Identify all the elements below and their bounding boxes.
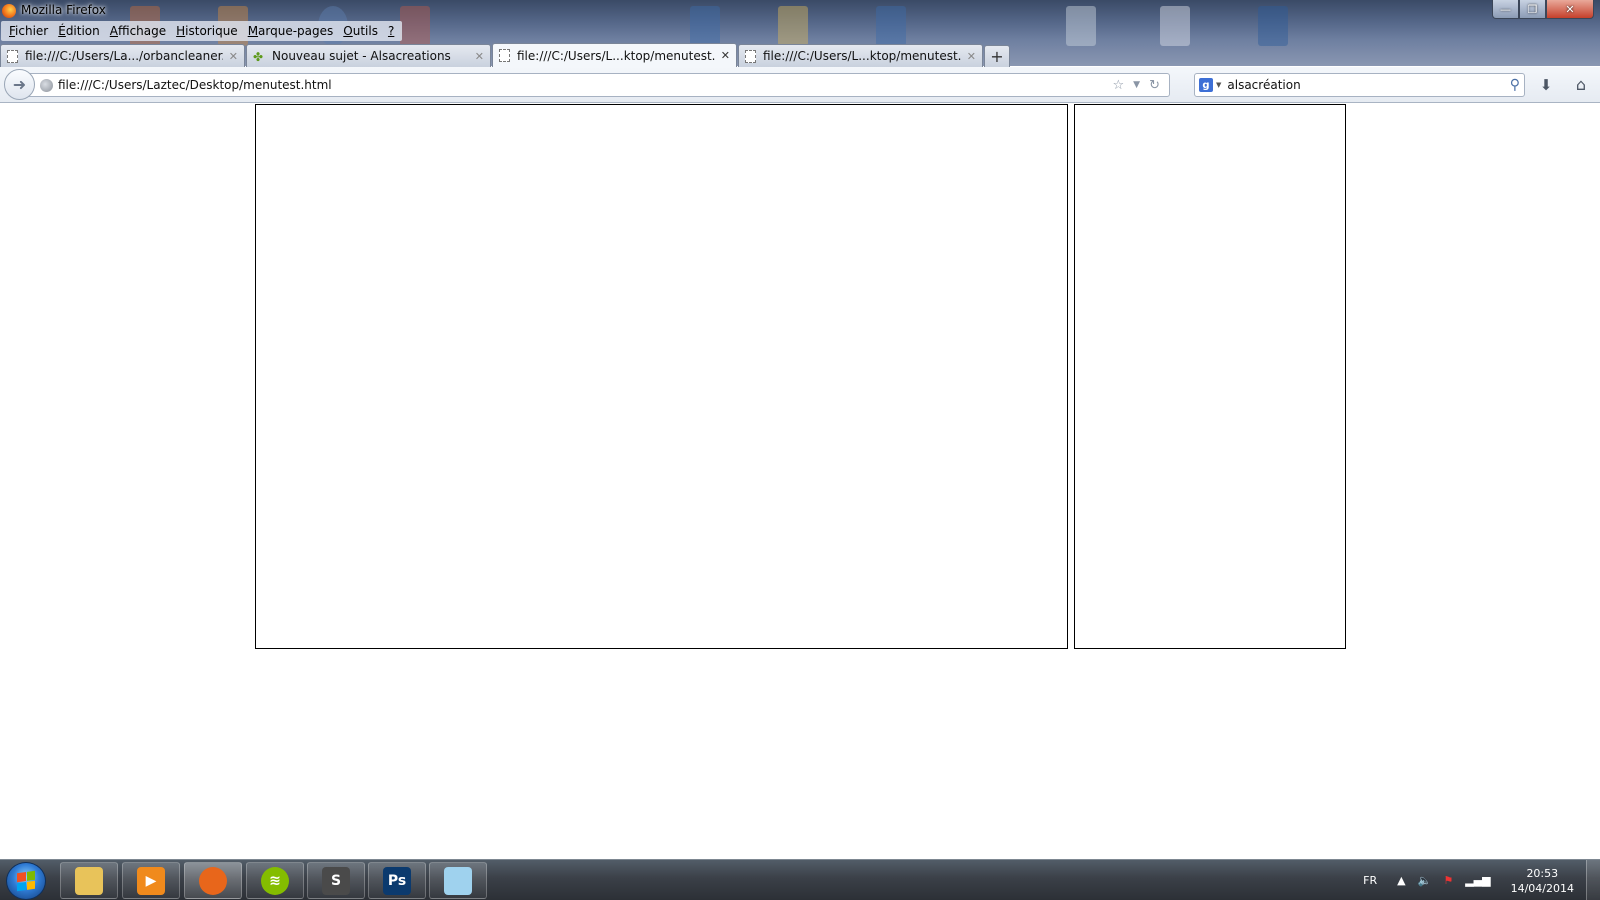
sidebar-box <box>1074 104 1346 649</box>
windows-taskbar: ▶ ≋ S Ps FR ▲ 🔈 ⚑ ▂▄▆ 20:53 14/04/2014 <box>0 859 1600 900</box>
tab-label: file:///C:/Users/L...ktop/menutest.html <box>517 48 715 63</box>
menu-item[interactable]: Affichage <box>105 21 171 41</box>
menu-item[interactable]: Historique <box>171 21 243 41</box>
navigation-toolbar: file:///C:/Users/Laztec/Desktop/menutest… <box>0 67 1600 103</box>
close-window-button[interactable]: ✕ <box>1546 0 1594 19</box>
tab[interactable]: file:///C:/Users/L...ktop/menutest.html ✕ <box>738 44 983 67</box>
menu-item[interactable]: Marque-pages <box>243 21 339 41</box>
taskbar-app-button[interactable]: S <box>307 862 365 899</box>
menu-label: utils <box>352 24 378 38</box>
close-tab-icon[interactable]: ✕ <box>229 50 238 63</box>
tab-active[interactable]: file:///C:/Users/L...ktop/menutest.html ✕ <box>492 43 737 67</box>
firefox-icon <box>199 866 227 895</box>
tab-label: file:///C:/Users/L...ktop/menutest.html <box>763 49 961 63</box>
minimize-button[interactable]: — <box>1492 0 1519 19</box>
main-content-box <box>255 104 1068 649</box>
bookmark-star-icon[interactable]: ☆ <box>1113 78 1125 93</box>
close-tab-icon[interactable]: ✕ <box>721 49 730 62</box>
close-tab-icon[interactable]: ✕ <box>967 50 976 63</box>
taskbar-app-button[interactable]: Ps <box>368 862 426 899</box>
taskbar-app-button[interactable] <box>429 862 487 899</box>
search-bar[interactable]: g ▼ alsacréation ⚲ <box>1194 73 1525 97</box>
back-button[interactable]: ➜ <box>4 69 35 100</box>
start-button[interactable] <box>6 862 46 900</box>
desktop-background-decoration <box>876 6 906 46</box>
taskbar-app-button[interactable] <box>60 862 118 899</box>
system-tray: FR ▲ 🔈 ⚑ ▂▄▆ 20:53 14/04/2014 <box>1363 860 1600 900</box>
menu-label: dition <box>65 24 100 38</box>
menu-item[interactable]: Édition <box>53 21 105 41</box>
desktop-background-decoration <box>400 6 430 46</box>
search-magnifier-icon[interactable]: ⚲ <box>1510 77 1520 93</box>
taskbar-app-button[interactable]: ▶ <box>122 862 180 899</box>
notes-icon <box>444 866 472 895</box>
show-desktop-button[interactable] <box>1586 860 1600 900</box>
search-engine-dropdown-icon[interactable]: ▼ <box>1216 81 1221 89</box>
volume-icon[interactable]: 🔈 <box>1418 874 1432 887</box>
photoshop-icon: Ps <box>383 866 411 895</box>
alsacreations-icon: ✤ <box>253 49 264 64</box>
taskbar-app-button[interactable] <box>184 862 242 899</box>
clock-time: 20:53 <box>1526 866 1559 880</box>
clock-date: 14/04/2014 <box>1510 881 1574 895</box>
show-hidden-icons-icon[interactable]: ▲ <box>1397 874 1405 887</box>
tab-strip: file:///C:/Users/La.../orbancleaner.html… <box>0 43 1010 67</box>
folder-icon <box>75 866 103 895</box>
menu-label: istorique <box>185 24 238 38</box>
action-center-icon[interactable]: ⚑ <box>1443 874 1453 887</box>
menu-label: arque-pages <box>258 24 334 38</box>
spotify-icon: ≋ <box>261 866 289 895</box>
menu-accel-key: M <box>247 24 259 38</box>
menu-accel-key: H <box>176 24 186 38</box>
blank-page-icon <box>499 49 510 62</box>
desktop-background-decoration <box>1258 6 1288 46</box>
desktop-background-decoration <box>690 6 720 46</box>
language-indicator[interactable]: FR <box>1363 874 1377 887</box>
blank-page-icon <box>745 49 756 63</box>
clock[interactable]: 20:53 14/04/2014 <box>1511 866 1574 896</box>
menu-label: ffichage <box>117 24 167 38</box>
page-content <box>0 104 1600 859</box>
sublime-text-icon: S <box>322 866 350 895</box>
desktop-background-decoration <box>1160 6 1190 46</box>
google-icon[interactable]: g <box>1199 78 1213 92</box>
menu-accel-key: O <box>343 24 353 38</box>
tab[interactable]: ✤ Nouveau sujet - Alsacreations ✕ <box>246 44 491 67</box>
taskbar-app-button[interactable]: ≋ <box>246 862 304 899</box>
menu-accel-key: ? <box>387 24 395 38</box>
menu-item[interactable]: Outils <box>338 21 383 41</box>
blank-page-icon <box>7 49 18 63</box>
search-input[interactable]: alsacréation <box>1227 78 1509 92</box>
close-tab-icon[interactable]: ✕ <box>475 50 484 63</box>
firefox-icon <box>2 4 16 18</box>
window-title: Mozilla Firefox <box>21 3 106 17</box>
menu-accel-key: É <box>58 24 66 38</box>
back-arrow-icon: ➜ <box>12 75 27 94</box>
window-controls: — ❐ ✕ <box>1492 0 1594 20</box>
menu-item[interactable]: Fichier <box>4 21 53 41</box>
downloads-icon[interactable]: ⬇ <box>1537 76 1555 94</box>
tab-label: Nouveau sujet - Alsacreations <box>272 49 451 63</box>
reload-icon[interactable]: ↻ <box>1149 78 1160 93</box>
desktop-background-decoration <box>1066 6 1096 46</box>
menu-label: ichier <box>15 24 49 38</box>
url-input[interactable]: file:///C:/Users/Laztec/Desktop/menutest… <box>58 78 1113 92</box>
desktop-background-decoration <box>778 6 808 46</box>
home-icon[interactable]: ⌂ <box>1571 75 1591 95</box>
site-identity-icon[interactable] <box>40 78 53 92</box>
new-tab-button[interactable]: + <box>984 45 1010 67</box>
history-dropdown-icon[interactable]: ▼ <box>1133 80 1140 90</box>
network-signal-icon[interactable]: ▂▄▆ <box>1465 874 1490 887</box>
menu-bar: Fichier Édition Affichage Historique Marque-… <box>1 21 403 41</box>
windows-logo-icon <box>17 870 35 892</box>
url-bar[interactable]: file:///C:/Users/Laztec/Desktop/menutest… <box>22 73 1170 97</box>
menu-accel-key: A <box>109 24 118 38</box>
media-player-icon: ▶ <box>137 866 165 895</box>
menu-item[interactable]: ? <box>383 21 399 41</box>
tab[interactable]: file:///C:/Users/La.../orbancleaner.html… <box>0 44 245 67</box>
maximize-button[interactable]: ❐ <box>1519 0 1546 19</box>
tab-label: file:///C:/Users/La.../orbancleaner.html <box>25 49 223 63</box>
